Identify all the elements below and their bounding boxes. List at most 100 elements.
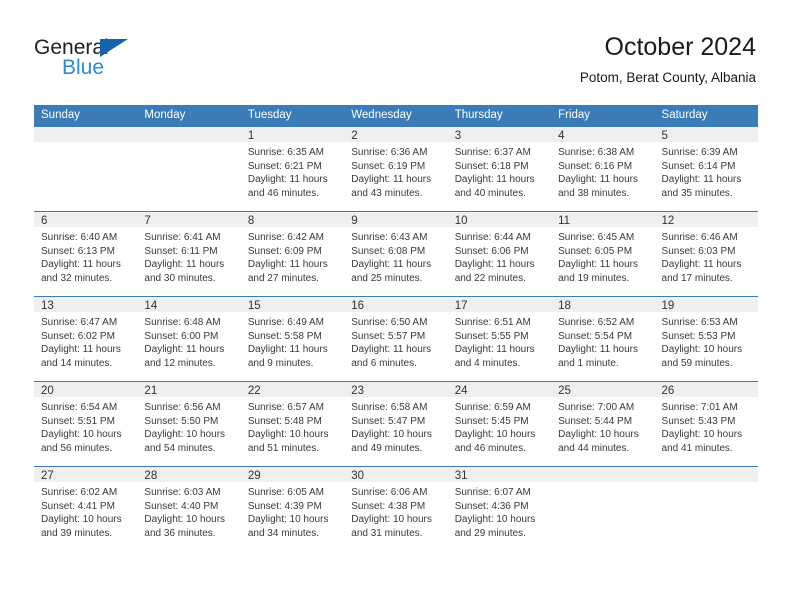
calendar-day-cell[interactable]: 23 Sunrise: 6:58 AM Sunset: 5:47 PM Dayligh…: [344, 381, 448, 467]
calendar-day-cell[interactable]: 19 Sunrise: 6:53 AM Sunset: 5:53 PM Dayligh…: [654, 296, 758, 382]
sunset-text: Sunset: 6:21 PM: [247, 160, 322, 172]
sunrise-text: Sunrise: 6:52 AM: [558, 317, 635, 328]
calendar-day-cell[interactable]: 16 Sunrise: 6:50 AM Sunset: 5:57 PM Dayligh…: [344, 296, 448, 382]
sunrise-text: Sunrise: 6:41 AM: [144, 232, 221, 243]
daylight-text-line2: and 43 minutes.: [351, 187, 423, 199]
calendar-day-cell[interactable]: [654, 466, 758, 551]
daylight-text-line1: Daylight: 11 hours: [558, 259, 638, 271]
day-sun-info: Sunrise: 7:00 AM Sunset: 5:44 PM Daylight:…: [551, 397, 654, 455]
sunrise-text: Sunrise: 6:03 AM: [144, 487, 221, 498]
day-sun-info: Sunrise: 6:38 AM Sunset: 6:16 PM Daylight:…: [551, 142, 654, 200]
day-sun-info: Sunrise: 6:40 AM Sunset: 6:13 PM Daylight:…: [34, 227, 137, 285]
calendar-week-row: 20 Sunrise: 6:54 AM Sunset: 5:51 PM Dayligh…: [34, 381, 758, 467]
day-number: 5: [654, 127, 758, 142]
calendar-body: 1 Sunrise: 6:35 AM Sunset: 6:21 PM Daylight…: [34, 127, 758, 551]
sunrise-text: Sunrise: 6:40 AM: [41, 232, 118, 243]
sunrise-text: Sunrise: 6:51 AM: [454, 317, 531, 328]
calendar-day-cell[interactable]: 31 Sunrise: 6:07 AM Sunset: 4:36 PM Dayligh…: [447, 466, 552, 551]
day-number: 21: [137, 382, 241, 397]
logo-text-blue: Blue: [62, 56, 105, 79]
sunrise-text: Sunrise: 6:58 AM: [351, 402, 428, 413]
day-number: 22: [240, 382, 345, 397]
calendar-day-cell[interactable]: 6 Sunrise: 6:40 AM Sunset: 6:13 PM Daylight…: [34, 211, 138, 297]
calendar-day-cell[interactable]: 4 Sunrise: 6:38 AM Sunset: 6:16 PM Daylight…: [551, 127, 655, 212]
daylight-text-line1: Daylight: 10 hours: [144, 429, 226, 441]
calendar-page: General Blue October 2024 Potom, Berat C…: [0, 0, 792, 612]
calendar-day-cell[interactable]: 13 Sunrise: 6:47 AM Sunset: 6:02 PM Dayligh…: [34, 296, 138, 382]
calendar-day-cell[interactable]: [137, 127, 241, 212]
calendar-day-cell[interactable]: [34, 127, 138, 212]
calendar-day-cell[interactable]: 17 Sunrise: 6:51 AM Sunset: 5:55 PM Dayligh…: [447, 296, 552, 382]
day-number: 6: [34, 212, 138, 227]
day-sun-info: Sunrise: 6:52 AM Sunset: 5:54 PM Daylight:…: [551, 312, 654, 370]
sunset-text: Sunset: 6:08 PM: [351, 245, 426, 257]
day-cell-content: 4 Sunrise: 6:38 AM Sunset: 6:16 PM Daylight…: [551, 127, 655, 211]
daylight-text-line1: Daylight: 11 hours: [454, 259, 535, 271]
calendar-day-cell[interactable]: 18 Sunrise: 6:52 AM Sunset: 5:54 PM Dayligh…: [551, 296, 655, 382]
day-cell-content: 8 Sunrise: 6:42 AM Sunset: 6:09 PM Daylight…: [240, 212, 345, 296]
calendar-day-cell[interactable]: 5 Sunrise: 6:39 AM Sunset: 6:14 PM Daylight…: [654, 127, 758, 212]
calendar-day-cell[interactable]: 8 Sunrise: 6:42 AM Sunset: 6:09 PM Daylight…: [240, 211, 345, 297]
calendar-day-cell[interactable]: 10 Sunrise: 6:44 AM Sunset: 6:06 PM Dayligh…: [447, 211, 552, 297]
calendar-day-cell[interactable]: 15 Sunrise: 6:49 AM Sunset: 5:58 PM Dayligh…: [240, 296, 345, 382]
calendar-day-cell[interactable]: 2 Sunrise: 6:36 AM Sunset: 6:19 PM Daylight…: [344, 127, 448, 212]
calendar-day-cell[interactable]: 14 Sunrise: 6:48 AM Sunset: 6:00 PM Dayligh…: [137, 296, 241, 382]
daylight-text-line1: Daylight: 11 hours: [558, 344, 638, 356]
calendar-day-cell[interactable]: 1 Sunrise: 6:35 AM Sunset: 6:21 PM Daylight…: [240, 127, 345, 212]
day-sun-info: Sunrise: 6:54 AM Sunset: 5:51 PM Daylight:…: [34, 397, 137, 455]
calendar-day-cell[interactable]: 7 Sunrise: 6:41 AM Sunset: 6:11 PM Daylight…: [137, 211, 241, 297]
daylight-text-line2: and 14 minutes.: [41, 357, 113, 369]
day-sun-info: Sunrise: 6:56 AM Sunset: 5:50 PM Daylight:…: [137, 397, 240, 455]
daylight-text-line1: Daylight: 10 hours: [454, 429, 536, 441]
daylight-text-line1: Daylight: 11 hours: [247, 259, 328, 271]
calendar-day-cell[interactable]: 20 Sunrise: 6:54 AM Sunset: 5:51 PM Dayligh…: [34, 381, 138, 467]
day-cell-content: 11 Sunrise: 6:45 AM Sunset: 6:05 PM Dayligh…: [551, 212, 655, 296]
calendar-day-cell[interactable]: [551, 466, 655, 551]
calendar-day-cell[interactable]: 21 Sunrise: 6:56 AM Sunset: 5:50 PM Dayligh…: [137, 381, 241, 467]
daylight-text-line2: and 38 minutes.: [558, 187, 630, 199]
sunrise-text: Sunrise: 6:39 AM: [661, 147, 738, 158]
daylight-text-line2: and 25 minutes.: [351, 272, 423, 284]
calendar-day-cell[interactable]: 28 Sunrise: 6:03 AM Sunset: 4:40 PM Dayligh…: [137, 466, 241, 551]
calendar-day-cell[interactable]: 12 Sunrise: 6:46 AM Sunset: 6:03 PM Dayligh…: [654, 211, 758, 297]
calendar-header-row: Sunday Monday Tuesday Wednesday Thursday…: [34, 105, 758, 127]
calendar-day-cell[interactable]: 26 Sunrise: 7:01 AM Sunset: 5:43 PM Dayligh…: [654, 381, 758, 467]
calendar-day-cell[interactable]: 25 Sunrise: 7:00 AM Sunset: 5:44 PM Dayligh…: [551, 381, 655, 467]
calendar-day-cell[interactable]: 29 Sunrise: 6:05 AM Sunset: 4:39 PM Dayligh…: [240, 466, 345, 551]
day-number: 24: [447, 382, 552, 397]
day-sun-info: Sunrise: 7:01 AM Sunset: 5:43 PM Daylight:…: [655, 397, 758, 455]
sunset-text: Sunset: 6:06 PM: [454, 245, 529, 257]
daylight-text-line2: and 54 minutes.: [144, 442, 216, 454]
daylight-text-line1: Daylight: 11 hours: [351, 259, 432, 271]
calendar-day-cell[interactable]: 11 Sunrise: 6:45 AM Sunset: 6:05 PM Dayligh…: [551, 211, 655, 297]
daylight-text-line1: Daylight: 11 hours: [351, 344, 432, 356]
calendar-day-cell[interactable]: 9 Sunrise: 6:43 AM Sunset: 6:08 PM Daylight…: [344, 211, 448, 297]
day-cell-content: 31 Sunrise: 6:07 AM Sunset: 4:36 PM Dayligh…: [447, 467, 552, 551]
calendar-day-cell[interactable]: 27 Sunrise: 6:02 AM Sunset: 4:41 PM Dayligh…: [34, 466, 138, 551]
day-number: 3: [447, 127, 552, 142]
day-cell-content: [551, 467, 655, 551]
day-cell-content: 3 Sunrise: 6:37 AM Sunset: 6:18 PM Daylight…: [447, 127, 552, 211]
day-number: 18: [551, 297, 655, 312]
calendar-day-cell[interactable]: 22 Sunrise: 6:57 AM Sunset: 5:48 PM Dayligh…: [240, 381, 345, 467]
daylight-text-line1: Daylight: 11 hours: [41, 344, 121, 356]
daylight-text-line2: and 36 minutes.: [144, 527, 216, 539]
sunset-text: Sunset: 6:09 PM: [247, 245, 322, 257]
day-number: 13: [34, 297, 138, 312]
day-cell-content: 17 Sunrise: 6:51 AM Sunset: 5:55 PM Dayligh…: [447, 297, 552, 381]
calendar-day-cell[interactable]: 24 Sunrise: 6:59 AM Sunset: 5:45 PM Dayligh…: [447, 381, 552, 467]
day-cell-content: 2 Sunrise: 6:36 AM Sunset: 6:19 PM Daylight…: [344, 127, 448, 211]
sunset-text: Sunset: 5:57 PM: [351, 330, 426, 342]
daylight-text-line2: and 19 minutes.: [558, 272, 630, 284]
daylight-text-line1: Daylight: 10 hours: [351, 514, 432, 526]
calendar-day-cell[interactable]: 30 Sunrise: 6:06 AM Sunset: 4:38 PM Dayligh…: [344, 466, 448, 551]
daylight-text-line2: and 32 minutes.: [41, 272, 113, 284]
sunset-text: Sunset: 6:13 PM: [41, 245, 115, 257]
day-number: 4: [551, 127, 655, 142]
day-number: 20: [34, 382, 138, 397]
daylight-text-line1: Daylight: 10 hours: [351, 429, 432, 441]
day-sun-info: Sunrise: 6:41 AM Sunset: 6:11 PM Daylight:…: [137, 227, 240, 285]
day-number: 9: [344, 212, 448, 227]
daylight-text-line1: Daylight: 11 hours: [661, 174, 742, 186]
calendar-day-cell[interactable]: 3 Sunrise: 6:37 AM Sunset: 6:18 PM Daylight…: [447, 127, 552, 212]
